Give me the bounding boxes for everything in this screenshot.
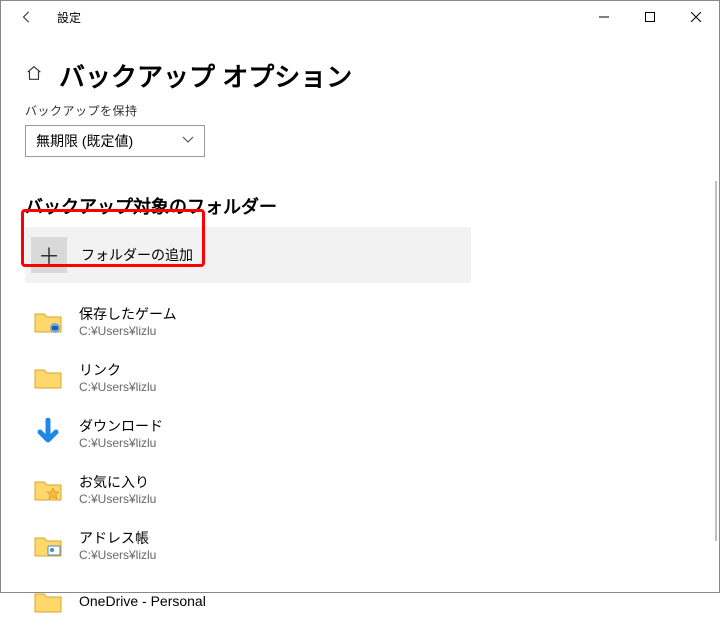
page-title: バックアップ オプション bbox=[59, 57, 352, 94]
window-title: 設定 bbox=[57, 9, 81, 26]
window-controls bbox=[581, 1, 719, 33]
minimize-button[interactable] bbox=[581, 1, 627, 33]
maximize-button[interactable] bbox=[627, 1, 673, 33]
links-folder-icon bbox=[33, 362, 63, 392]
page-header: バックアップ オプション bbox=[25, 57, 695, 94]
folder-item-favorites[interactable]: お気に入り C:¥Users¥lizlu bbox=[33, 461, 695, 517]
arrow-left-icon bbox=[20, 10, 34, 24]
favorites-folder-icon bbox=[33, 474, 63, 504]
onedrive-folder-icon bbox=[33, 586, 63, 616]
folder-path: C:¥Users¥lizlu bbox=[79, 436, 163, 450]
close-icon bbox=[691, 12, 701, 22]
folder-path: C:¥Users¥lizlu bbox=[79, 492, 156, 506]
add-folder-button[interactable]: ＋ フォルダーの追加 bbox=[25, 227, 471, 283]
home-icon[interactable] bbox=[25, 64, 43, 87]
folder-item-contacts[interactable]: アドレス帳 C:¥Users¥lizlu bbox=[33, 517, 695, 573]
folder-name: リンク bbox=[79, 360, 156, 380]
folder-item-downloads[interactable]: ダウンロード C:¥Users¥lizlu bbox=[33, 405, 695, 461]
maximize-icon bbox=[645, 12, 655, 22]
folder-name: ダウンロード bbox=[79, 416, 163, 436]
content-area: バックアップ オプション バックアップを保持 無期限 (既定値) バックアップ対… bbox=[1, 33, 719, 629]
folder-name: 保存したゲーム bbox=[79, 304, 177, 324]
folder-item-saved-games[interactable]: 保存したゲーム C:¥Users¥lizlu bbox=[33, 293, 695, 349]
chevron-down-icon bbox=[182, 135, 194, 147]
folder-name: アドレス帳 bbox=[79, 528, 156, 548]
plus-icon: ＋ bbox=[31, 237, 67, 273]
downloads-icon bbox=[33, 418, 63, 448]
saved-games-folder-icon bbox=[33, 306, 63, 336]
folder-list: 保存したゲーム C:¥Users¥lizlu リンク C:¥Users¥lizl… bbox=[25, 293, 695, 629]
retention-label: バックアップを保持 bbox=[25, 102, 695, 119]
folder-name: お気に入り bbox=[79, 472, 156, 492]
close-button[interactable] bbox=[673, 1, 719, 33]
folder-item-links[interactable]: リンク C:¥Users¥lizlu bbox=[33, 349, 695, 405]
scrollbar[interactable] bbox=[715, 181, 717, 541]
retention-dropdown[interactable]: 無期限 (既定値) bbox=[25, 125, 205, 157]
folder-item-onedrive[interactable]: OneDrive - Personal bbox=[33, 573, 695, 629]
add-folder-label: フォルダーの追加 bbox=[81, 245, 193, 265]
section-title: バックアップ対象のフォルダー bbox=[25, 193, 695, 219]
dropdown-value: 無期限 (既定値) bbox=[36, 131, 133, 151]
minimize-icon bbox=[599, 12, 609, 22]
back-button[interactable] bbox=[9, 1, 45, 33]
folder-path: C:¥Users¥lizlu bbox=[79, 380, 156, 394]
folder-name: OneDrive - Personal bbox=[79, 593, 206, 609]
contacts-folder-icon bbox=[33, 530, 63, 560]
titlebar: 設定 bbox=[1, 1, 719, 33]
folder-path: C:¥Users¥lizlu bbox=[79, 548, 156, 562]
folder-path: C:¥Users¥lizlu bbox=[79, 324, 177, 338]
